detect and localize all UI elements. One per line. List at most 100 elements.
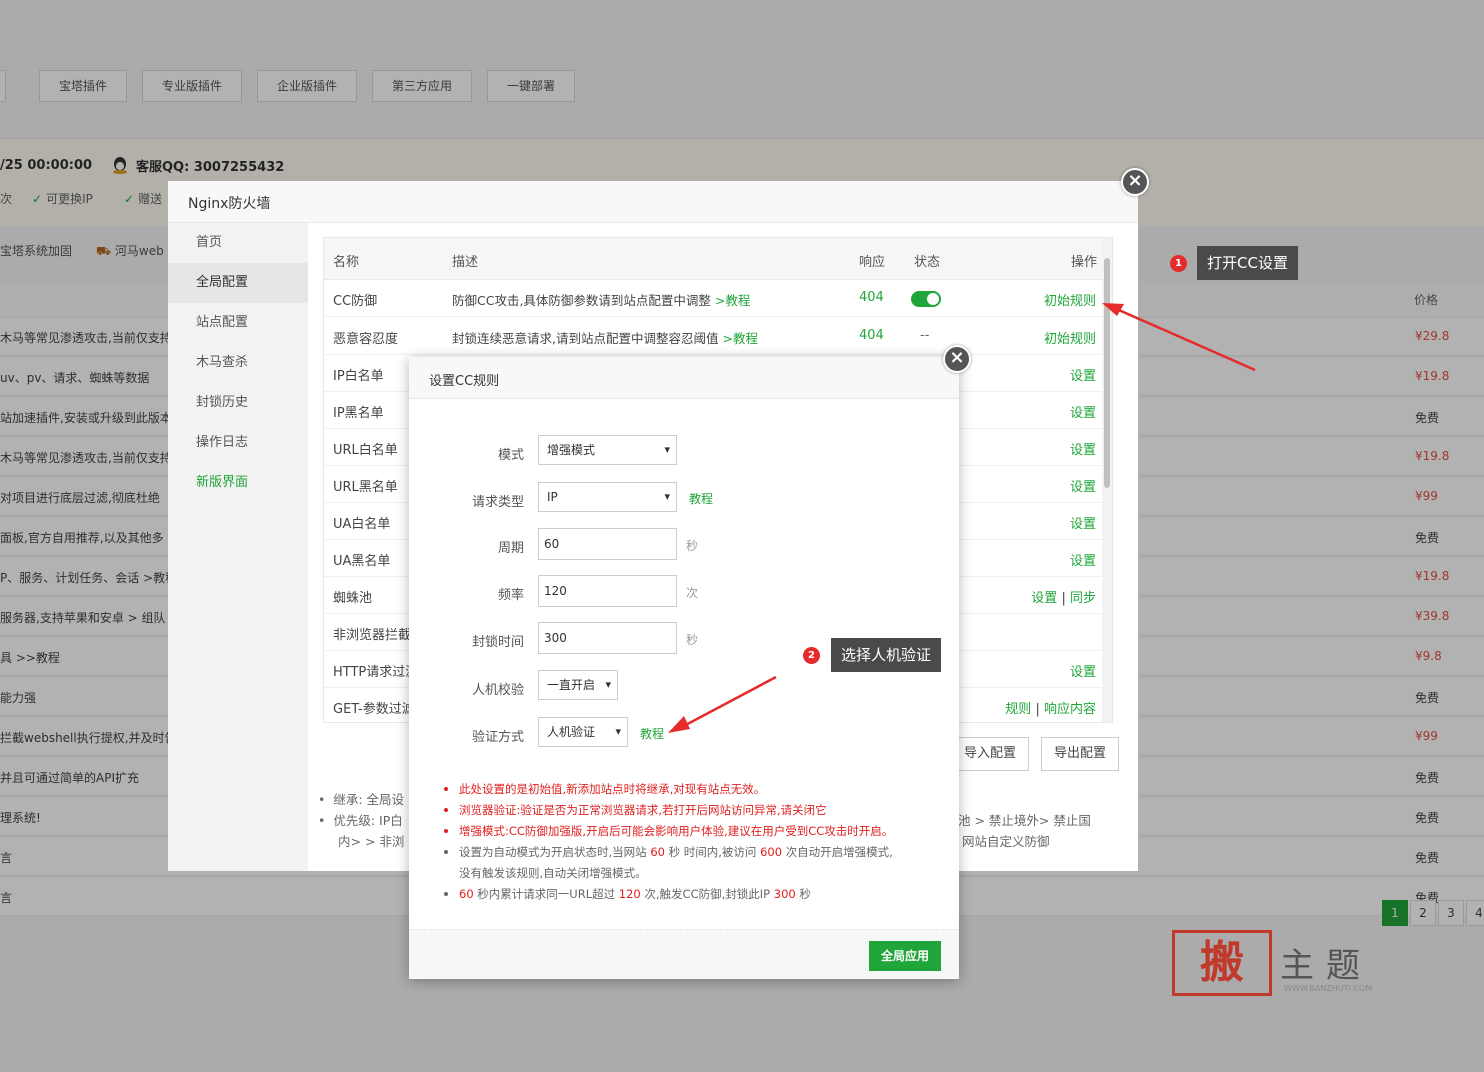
settings-link[interactable]: 设置 [1070,550,1096,569]
request-type-row: 请求类型 IP ▾ 教程 [409,482,959,516]
rules-table-header: 名称 描述 响应 状态 操作 [324,238,1104,280]
chevron-down-icon: ▾ [664,443,670,456]
note-initial-value: 此处设置的是初始值,新添加站点时将继承,对现有站点无效。 [444,779,765,800]
nav-site-config[interactable]: 站点配置 [168,303,308,343]
tutorial-link[interactable]: >教程 [715,293,750,308]
export-config-button[interactable]: 导出配置 [1041,737,1120,771]
scrollbar-thumb[interactable] [1104,258,1110,488]
settings-link[interactable]: 设置 [1070,513,1096,532]
verify-method-tutorial-link[interactable]: 教程 [640,725,664,742]
rule-response: 404 [859,290,884,305]
rule-response: 404 [859,328,884,343]
col-status: 状态 [914,255,941,270]
firewall-title-bar: Nginx防火墙 [168,181,1138,223]
frequency-unit: 次 [686,586,699,600]
rule-name: IP黑名单 [333,406,384,421]
rule-name: HTTP请求过滤 [333,665,419,680]
settings-link[interactable]: 设置 [1070,402,1096,421]
rule-name: 蜘蛛池 [333,591,373,606]
frequency-row: 频率 120 次 [409,575,959,609]
global-apply-button[interactable]: 全局应用 [869,941,941,971]
nav-home[interactable]: 首页 [168,223,308,263]
cc-dialog-title-bar: 设置CC规则 [409,357,959,399]
step-2-badge: 2 [803,647,820,664]
settings-link[interactable]: 设置 [1070,365,1096,384]
note-auto-mode: 设置为自动模式为开启状态时,当网站 60 秒 时间内,被访问 600 次自动开启… [444,842,893,863]
import-config-button[interactable]: 导入配置 [951,737,1030,771]
period-input[interactable]: 60 [538,528,677,560]
cc-initial-rules-link[interactable]: 初始规则 [1044,290,1096,309]
firewall-title: Nginx防火墙 [188,196,271,212]
chevron-down-icon: ▾ [664,490,670,503]
note-browser-verify: 浏览器验证:验证是否为正常浏览器请求,若打开后网站访问异常,请关闭它 [444,800,827,821]
frequency-label: 频率 [497,588,524,603]
firewall-close-button[interactable]: × [1121,168,1149,196]
nav-block-history[interactable]: 封锁历史 [168,383,308,423]
rule-name: UA白名单 [333,517,391,532]
settings-link[interactable]: 设置 [1031,591,1057,606]
settings-link[interactable]: 设置 [1070,439,1096,458]
verify-method-row: 验证方式 人机验证 ▾ 教程 [409,717,959,751]
mode-row: 模式 增强模式 ▾ [409,435,959,469]
block-time-input[interactable]: 300 [538,622,677,654]
captcha-row: 人机校验 一直开启 ▾ [409,670,959,704]
request-type-select[interactable]: IP ▾ [538,482,677,512]
block-time-label: 封锁时间 [471,635,524,650]
firewall-sidebar: 首页 全局配置 站点配置 木马查杀 封锁历史 操作日志 新版界面 [168,223,308,871]
cc-dialog-close-button[interactable]: × [943,345,971,373]
note-cc-trigger: 60 秒内累计请求同一URL超过 120 次,触发CC防御,封锁此IP 300 … [444,884,811,905]
request-type-tutorial-link[interactable]: 教程 [689,490,713,507]
note-priority: • 优先级: IP白 [318,813,403,828]
period-row: 周期 60 秒 [409,528,959,562]
cc-dialog-footer: 全局应用 [409,929,959,979]
cc-status-toggle[interactable] [911,291,941,307]
rule-status: -- [920,328,930,343]
watermark-url: WWW.BANZHUTI.COM [1284,984,1373,993]
col-desc: 描述 [452,255,479,270]
rule-name: URL白名单 [333,443,398,458]
rule-name: 恶意容忍度 [333,332,399,347]
rule-name: URL黑名单 [333,480,398,495]
get-filter-actions: 规则 | 响应内容 [1005,702,1096,717]
sync-link[interactable]: 同步 [1070,591,1096,606]
nav-trojan-scan[interactable]: 木马查杀 [168,343,308,383]
period-unit: 秒 [686,539,699,553]
settings-link[interactable]: 设置 [1070,476,1096,495]
step-1-badge: 1 [1170,255,1187,272]
tolerance-initial-rules-link[interactable]: 初始规则 [1044,328,1096,347]
rules-link[interactable]: 规则 [1005,702,1031,717]
nav-new-ui[interactable]: 新版界面 [168,463,308,503]
nav-operation-log[interactable]: 操作日志 [168,423,308,463]
note-inherit: • 继承: 全局设 [318,792,405,807]
nav-global-config[interactable]: 全局配置 [168,263,308,303]
rule-row-tolerance: 恶意容忍度 封锁连续恶意请求,请到站点配置中调整容忍阈值 >教程 404 -- … [324,318,1104,355]
rule-name: GET-参数过滤 [333,702,415,717]
rule-name: UA黑名单 [333,554,391,569]
chevron-down-icon: ▾ [605,678,611,691]
block-time-unit: 秒 [686,633,699,647]
chevron-down-icon: ▾ [615,725,621,738]
note-priority-cont: 内> > 非浏 [338,834,405,849]
rule-desc: 封锁连续恶意请求,请到站点配置中调整容忍阈值 >教程 [452,331,758,346]
rules-table-scrollbar[interactable] [1102,238,1112,722]
rule-desc: 防御CC攻击,具体防御参数请到站点配置中调整 >教程 [452,293,751,308]
frequency-input[interactable]: 120 [538,575,677,607]
request-type-label: 请求类型 [471,495,524,510]
rule-name: IP白名单 [333,369,384,384]
captcha-select[interactable]: 一直开启 ▾ [538,670,618,700]
col-response: 响应 [859,255,886,270]
spider-actions: 设置 | 同步 [1031,591,1096,606]
mode-select[interactable]: 增强模式 ▾ [538,435,677,465]
verify-method-label: 验证方式 [471,730,524,745]
settings-link[interactable]: 设置 [1070,661,1096,680]
col-name: 名称 [333,255,360,270]
step-1-tooltip: 打开CC设置 [1197,246,1298,280]
watermark-seal: 搬 [1172,930,1272,996]
cc-dialog-title: 设置CC规则 [429,374,500,389]
tutorial-link[interactable]: >教程 [722,331,757,346]
response-content-link[interactable]: 响应内容 [1044,702,1096,717]
site-watermark: 搬 主题 WWW.BANZHUTI.COM [1172,930,1402,1000]
note-priority-right: 池 > 禁止境外> 禁止国 [958,813,1091,828]
verify-method-select[interactable]: 人机验证 ▾ [538,717,628,747]
mode-label: 模式 [497,448,524,463]
